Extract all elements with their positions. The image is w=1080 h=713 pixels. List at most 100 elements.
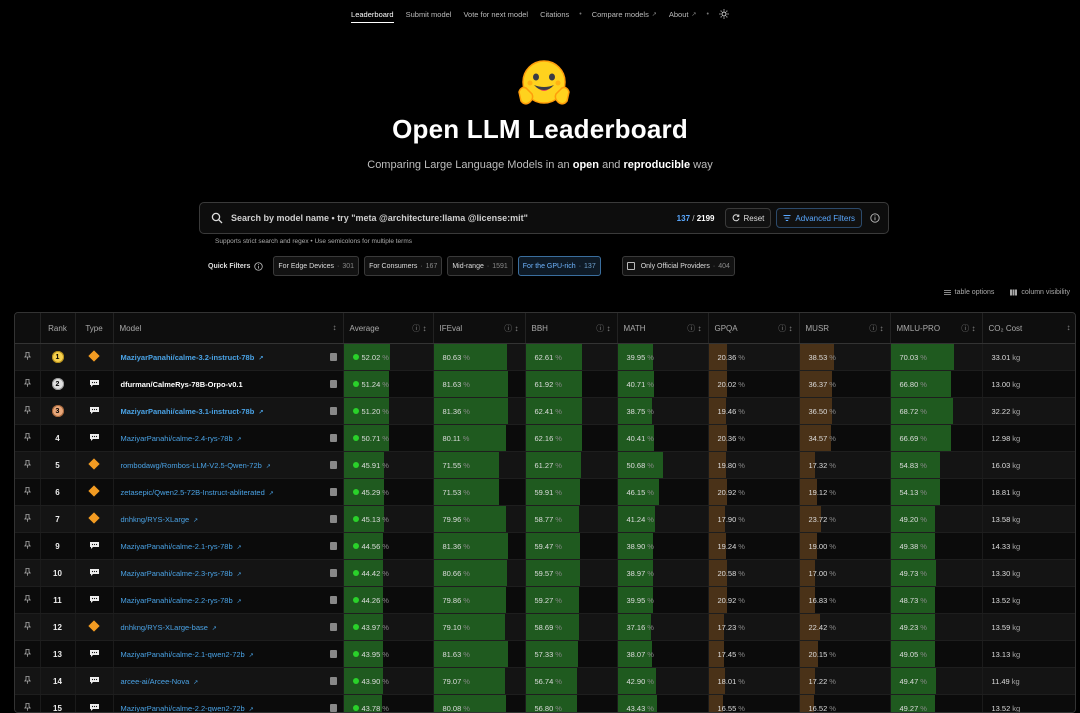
table-row[interactable]: 7 dnhkng/RYS-XLarge ↗ 45.13% 79.96% 58.77% 41.… [15, 505, 1075, 533]
nav-about[interactable]: About ↗ [663, 0, 703, 28]
details-icon[interactable] [329, 380, 337, 388]
details-icon[interactable] [329, 623, 337, 631]
quick-filter-chip[interactable]: For Edge Devices · 301 [273, 256, 360, 276]
header-musr[interactable]: MUSR ⓘ ↕ [799, 313, 891, 344]
pin-icon[interactable] [23, 568, 31, 576]
pin-icon[interactable] [23, 460, 31, 468]
details-icon[interactable] [329, 353, 337, 361]
quick-filter-chip[interactable]: For Consumers · 167 [364, 256, 443, 276]
details-icon[interactable] [329, 596, 337, 604]
official-providers-checkbox[interactable]: Only Official Providers · 404 [621, 256, 735, 276]
sort-icon[interactable]: ↕ [333, 323, 337, 332]
table-row[interactable]: 15 MaziyarPanahi/calme-2.2-qwen2-72b ↗ 43.7… [15, 694, 1075, 713]
external-link-icon[interactable]: ↗ [193, 680, 198, 686]
header-mmlu-pro[interactable]: MMLU-PRO ⓘ ↕ [890, 313, 983, 344]
nav-vote-for-next-model[interactable]: Vote for next model [457, 0, 534, 28]
table-row[interactable]: 13 MaziyarPanahi/calme-2.1-qwen2-72b ↗ 43.9… [15, 640, 1075, 668]
theme-toggle-button[interactable] [713, 0, 735, 28]
external-link-icon[interactable]: ↗ [212, 626, 217, 632]
model-cell[interactable]: rombodawg/Rombos-LLM-V2.5-Qwen-72b ↗ [113, 451, 344, 479]
external-link-icon[interactable]: ↗ [258, 410, 263, 416]
model-cell[interactable]: MaziyarPanahi/calme-2.1-rys-78b ↗ [113, 532, 344, 560]
info-icon[interactable] [254, 261, 264, 271]
model-cell[interactable]: MaziyarPanahi/calme-2.3-rys-78b ↗ [113, 559, 344, 587]
sort-icon[interactable]: ↕ [1067, 323, 1071, 332]
nav-citations[interactable]: Citations [534, 0, 575, 28]
quick-filter-chip[interactable]: For the GPU-rich · 137 [517, 256, 601, 276]
header-average[interactable]: Average ⓘ ↕ [343, 313, 434, 344]
advanced-filters-button[interactable]: Advanced Filters [776, 208, 862, 228]
table-row[interactable]: 6 zetasepic/Qwen2.5-72B-Instruct-ablitera… [15, 478, 1075, 506]
table-row[interactable]: 3 MaziyarPanahi/calme-3.1-instruct-78b ↗ 51… [15, 397, 1075, 425]
external-link-icon[interactable]: ↗ [249, 707, 254, 713]
pin-icon[interactable] [23, 406, 31, 414]
model-link[interactable]: dfurman/CalmeRys-78B-Orpo-v0.1 [121, 380, 243, 389]
external-link-icon[interactable]: ↗ [269, 491, 274, 497]
pin-icon[interactable] [23, 487, 31, 495]
info-icon[interactable]: ⓘ ↕ [504, 323, 518, 334]
info-icon[interactable]: ⓘ ↕ [412, 323, 426, 334]
model-link[interactable]: MaziyarPanahi/calme-3.1-instruct-78b [121, 407, 255, 416]
table-options-button[interactable]: table options [943, 289, 994, 296]
model-link[interactable]: arcee-ai/Arcee-Nova [121, 677, 190, 686]
reset-button[interactable]: Reset [724, 208, 772, 228]
table-row[interactable]: 11 MaziyarPanahi/calme-2.2-rys-78b ↗ 44.26%… [15, 586, 1075, 614]
header-math[interactable]: MATH ⓘ ↕ [617, 313, 709, 344]
details-icon[interactable] [329, 488, 337, 496]
model-cell[interactable]: dfurman/CalmeRys-78B-Orpo-v0.1 [113, 370, 344, 398]
pin-icon[interactable] [23, 703, 31, 711]
model-cell[interactable]: MaziyarPanahi/calme-2.1-qwen2-72b ↗ [113, 640, 344, 668]
external-link-icon[interactable]: ↗ [193, 518, 198, 524]
model-link[interactable]: MaziyarPanahi/calme-2.1-qwen2-72b [121, 650, 245, 659]
details-icon[interactable] [329, 569, 337, 577]
pin-icon[interactable] [23, 352, 31, 360]
table-row[interactable]: 10 MaziyarPanahi/calme-2.3-rys-78b ↗ 44.42%… [15, 559, 1075, 587]
table-row[interactable]: 12 dnhkng/RYS-XLarge-base ↗ 43.97% 79.10% 58.… [15, 613, 1075, 641]
details-icon[interactable] [329, 434, 337, 442]
model-link[interactable]: MaziyarPanahi/calme-2.3-rys-78b [121, 569, 233, 578]
external-link-icon[interactable]: ↗ [237, 572, 242, 578]
header-rank[interactable]: Rank [40, 313, 76, 344]
model-cell[interactable]: dnhkng/RYS-XLarge-base ↗ [113, 613, 344, 641]
external-link-icon[interactable]: ↗ [249, 653, 254, 659]
model-link[interactable]: MaziyarPanahi/calme-2.4-rys-78b [121, 434, 233, 443]
external-link-icon[interactable]: ↗ [237, 599, 242, 605]
details-icon[interactable] [329, 704, 337, 712]
nav-leaderboard[interactable]: Leaderboard [345, 0, 400, 28]
info-icon[interactable]: ⓘ ↕ [596, 323, 610, 334]
nav-submit-model[interactable]: Submit model [400, 0, 458, 28]
pin-icon[interactable] [23, 622, 31, 630]
pin-icon[interactable] [23, 676, 31, 684]
external-link-icon[interactable]: ↗ [258, 356, 263, 362]
model-cell[interactable]: zetasepic/Qwen2.5-72B-Instruct-abliterat… [113, 478, 344, 506]
column-visibility-button[interactable]: column visibility [1010, 289, 1070, 296]
header-ifeval[interactable]: IFEval ⓘ ↕ [433, 313, 526, 344]
external-link-icon[interactable]: ↗ [266, 464, 271, 470]
model-cell[interactable]: MaziyarPanahi/calme-3.1-instruct-78b ↗ [113, 397, 344, 425]
header-bbh[interactable]: BBH ⓘ ↕ [525, 313, 618, 344]
model-link[interactable]: rombodawg/Rombos-LLM-V2.5-Qwen-72b [121, 461, 262, 470]
table-row[interactable]: 4 MaziyarPanahi/calme-2.4-rys-78b ↗ 50.71% 8… [15, 424, 1075, 452]
header-co-cost[interactable]: CO₂ Cost ↕ [982, 313, 1075, 344]
pin-icon[interactable] [23, 433, 31, 441]
model-cell[interactable]: arcee-ai/Arcee-Nova ↗ [113, 667, 344, 695]
model-link[interactable]: MaziyarPanahi/calme-2.1-rys-78b [121, 542, 233, 551]
quick-filter-chip[interactable]: Mid-range · 1591 [447, 256, 513, 276]
model-link[interactable]: MaziyarPanahi/calme-3.2-instruct-78b [121, 353, 255, 362]
pin-icon[interactable] [23, 595, 31, 603]
header-type[interactable]: Type [75, 313, 114, 344]
pin-icon[interactable] [23, 379, 31, 387]
external-link-icon[interactable]: ↗ [237, 437, 242, 443]
pin-icon[interactable] [23, 541, 31, 549]
info-icon[interactable]: ⓘ ↕ [778, 323, 792, 334]
table-row[interactable]: 5 rombodawg/Rombos-LLM-V2.5-Qwen-72b ↗ 45.9… [15, 451, 1075, 479]
info-icon[interactable] [870, 213, 880, 223]
details-icon[interactable] [329, 407, 337, 415]
details-icon[interactable] [329, 677, 337, 685]
model-cell[interactable]: MaziyarPanahi/calme-2.2-rys-78b ↗ [113, 586, 344, 614]
table-row[interactable]: 2 dfurman/CalmeRys-78B-Orpo-v0.1 51.24% 81.… [15, 370, 1075, 398]
details-icon[interactable] [329, 650, 337, 658]
model-link[interactable]: MaziyarPanahi/calme-2.2-rys-78b [121, 596, 233, 605]
info-icon[interactable]: ⓘ ↕ [687, 323, 701, 334]
pin-icon[interactable] [23, 649, 31, 657]
